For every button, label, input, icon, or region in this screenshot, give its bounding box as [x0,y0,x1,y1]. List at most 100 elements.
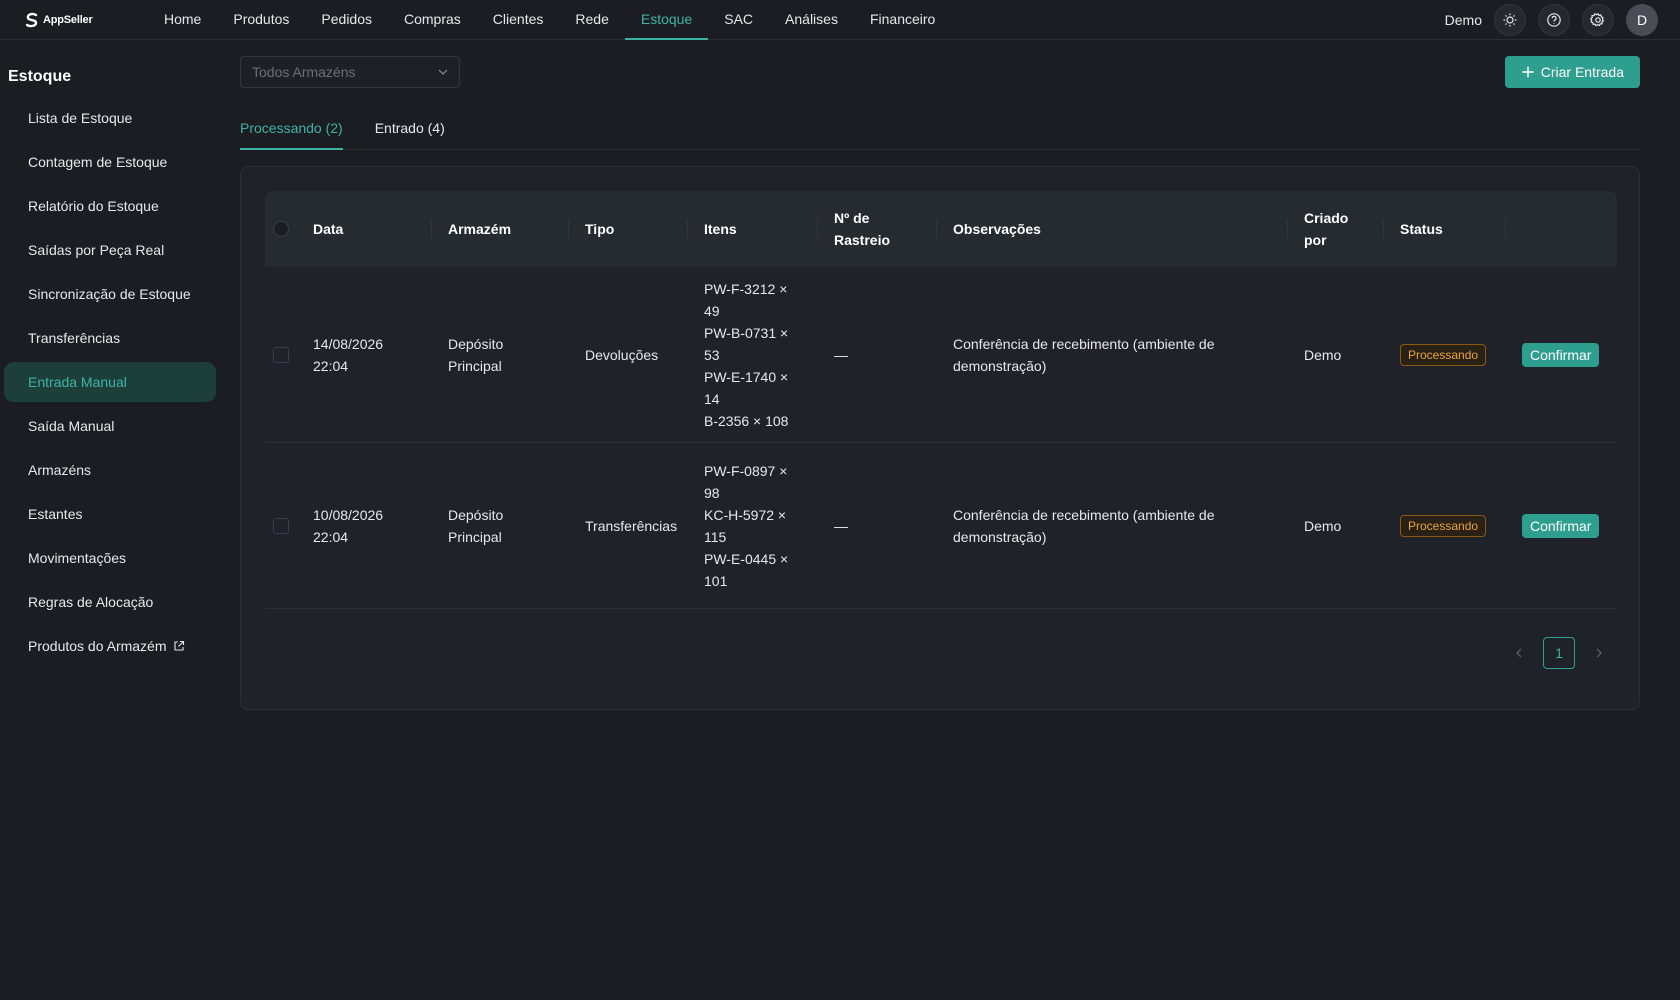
nav-produtos[interactable]: Produtos [217,0,305,40]
header-data: Data [297,191,432,267]
header-tipo-label: Tipo [585,221,615,237]
cell-item-line: 53 [704,346,720,363]
theme-toggle-button[interactable] [1494,3,1526,36]
confirm-button[interactable]: Confirmar [1522,513,1600,538]
sidebar-title: Estoque [8,68,72,85]
cell-date-time: 22:04 [313,528,349,545]
cell-action: Confirmar [1506,513,1617,538]
cell-date: 14/08/2026 22:04 [297,333,432,377]
nav-analises[interactable]: Análises [769,0,854,40]
avatar[interactable]: D [1626,3,1658,36]
confirm-button[interactable]: Confirmar [1522,342,1600,367]
next-page-button[interactable] [1583,637,1615,669]
create-entry-button[interactable]: Criar Entrada [1504,56,1640,88]
prev-page-button[interactable] [1503,637,1535,669]
nav-compras[interactable]: Compras [388,0,477,40]
cell-type: Devoluções [585,346,659,363]
warehouse-select[interactable]: Todos Armazéns [240,56,460,88]
page-number-button[interactable]: 1 [1543,637,1575,669]
tab-processando[interactable]: Processando (2) [240,108,343,150]
create-entry-label: Criar Entrada [1540,64,1624,80]
sidebar-item-estantes[interactable]: Estantes [4,494,216,534]
header-rastreio-line1: Nº de [834,210,870,226]
cell-notes: Conferência de recebimento (ambiente de d… [937,333,1288,377]
header-tipo: Tipo [569,191,688,267]
cell-warehouse-line1: Depósito [448,506,504,523]
cell-warehouse: Depósito Principal [432,333,569,377]
cell-warehouse-line1: Depósito [448,335,504,352]
sidebar-item-saida-manual[interactable]: Saída Manual [4,406,216,446]
header-rastreio-line2: Rastreio [834,232,891,248]
header-status: Status [1384,191,1506,267]
cell-item-line: 14 [704,390,720,407]
header-criado-label: Criado por [1304,207,1348,251]
header-rastreio: Nº de Rastreio [818,191,937,267]
brand-name: AppSeller [43,13,93,26]
nav-rede[interactable]: Rede [559,0,624,40]
status-tabs: Processando (2) Entrado (4) [240,108,1640,150]
sidebar-item-contagem-de-estoque[interactable]: Contagem de Estoque [4,142,216,182]
cell-date-time: 22:04 [313,357,349,374]
tab-entrado[interactable]: Entrado (4) [375,108,445,150]
sidebar-item-entrada-manual[interactable]: Entrada Manual [4,362,216,402]
cell-created-by: Demo [1304,346,1342,363]
row-checkbox[interactable] [273,517,289,534]
sidebar-item-transferencias[interactable]: Transferências [4,318,216,358]
main-nav: Home Produtos Pedidos Compras Clientes R… [148,0,951,40]
gear-icon [1590,12,1605,27]
cell-item-line: 98 [704,484,720,501]
cell-item-line: 49 [704,302,720,319]
sidebar-item-movimentacoes[interactable]: Movimentações [4,538,216,578]
entries-table: Data Armazém Tipo Itens Nº de Rastreio Ob… [265,191,1617,609]
sidebar-item-produtos-do-armazem[interactable]: Produtos do Armazém [4,626,216,666]
cell-tracking: — [834,346,848,363]
header-status-label: Status [1400,221,1443,237]
cell-date: 10/08/2026 22:04 [297,504,432,548]
chevron-left-icon [1516,648,1522,658]
cell-date-day: 14/08/2026 [313,335,384,352]
header-select-all [265,191,297,267]
nav-estoque[interactable]: Estoque [624,0,709,40]
entries-card: Data Armazém Tipo Itens Nº de Rastreio Ob… [240,166,1640,710]
settings-button[interactable] [1582,3,1614,36]
help-button[interactable] [1538,3,1570,36]
user-controls: Demo D [1445,3,1658,36]
row-checkbox[interactable] [273,346,289,363]
cell-status: Processando [1384,514,1506,537]
status-badge: Processando [1400,344,1487,366]
nav-clientes[interactable]: Clientes [477,0,560,40]
cell-status: Processando [1384,343,1506,366]
header-data-label: Data [313,221,344,237]
cell-action: Confirmar [1506,342,1617,367]
sidebar-item-sincronizacao-de-estoque[interactable]: Sincronização de Estoque [4,274,216,314]
header-itens: Itens [688,191,818,267]
cell-warehouse-line2: Principal [448,528,502,545]
nav-financeiro[interactable]: Financeiro [854,0,951,40]
cell-item-line: 101 [704,572,728,589]
nav-sac[interactable]: SAC [708,0,769,40]
cell-notes-line2: demonstração) [953,528,1047,545]
cell-items: PW-F-3212 × 49 PW-B-0731 × 53 PW-E-1740 … [688,278,818,432]
sidebar-item-armazens[interactable]: Armazéns [4,450,216,490]
cell-item-line: PW-F-3212 × [704,280,788,297]
cell-notes-line2: demonstração) [953,357,1047,374]
header-rastreio-label: Nº de Rastreio [834,207,890,251]
header-armazem-label: Armazém [448,221,512,237]
status-badge: Processando [1400,515,1487,537]
sidebar-item-regras-de-alocacao[interactable]: Regras de Alocação [4,582,216,622]
select-all-checkbox[interactable] [273,221,289,237]
brand-logo[interactable]: AppSeller [24,12,138,28]
cell-warehouse-line2: Principal [448,357,502,374]
cell-warehouse: Depósito Principal [432,504,569,548]
nav-pedidos[interactable]: Pedidos [305,0,388,40]
cell-notes-line1: Conferência de recebimento (ambiente de [953,506,1215,523]
header-criado-por: Criado por [1288,191,1384,267]
nav-home[interactable]: Home [148,0,217,40]
sidebar-item-lista-de-estoque[interactable]: Lista de Estoque [4,98,216,138]
user-name[interactable]: Demo [1445,12,1482,28]
cell-type: Transferências [585,517,678,534]
sidebar-item-saidas-por-peca-real[interactable]: Saídas por Peça Real [4,230,216,270]
sun-icon [1503,13,1517,26]
sidebar-item-relatorio-do-estoque[interactable]: Relatório do Estoque [4,186,216,226]
header-observacoes: Observações [937,191,1288,267]
